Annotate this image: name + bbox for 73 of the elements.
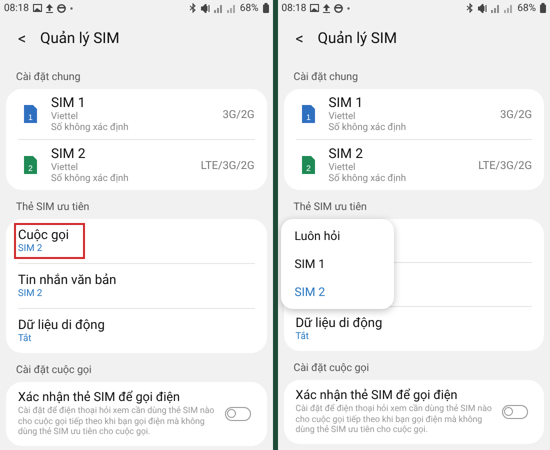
sim-name: SIM 1 <box>328 95 364 111</box>
section-label: Thẻ SIM ưu tiên <box>292 199 368 215</box>
network-type: LTE/3G/2G <box>478 158 532 172</box>
section-label: Thẻ SIM ưu tiên <box>15 199 90 215</box>
carrier-name: Viettel <box>328 162 356 173</box>
sim-name: SIM 1 <box>51 95 86 111</box>
upload-icon <box>46 4 53 12</box>
bluetooth-icon <box>466 3 474 13</box>
section-label: Cài đặt chung <box>292 69 359 85</box>
network-type: LTE/3G/2G <box>200 158 254 172</box>
phone-number: Số không xác định <box>328 122 407 133</box>
setting-description: Cài đặt để điện thoại hỏi xem cần dùng thẻ SIM nào cho cuộc gọi tiếp theo khi bạn gọi điện mà không dùng thẻ SIM ưu tiên cho cuộc gọi. <box>18 406 214 438</box>
menu-option[interactable]: SIM 1 <box>280 250 394 278</box>
sim-row[interactable]: 1 SIM 1 Viettel Số không xác định 3G/2G <box>18 89 254 139</box>
battery-icon <box>540 3 546 13</box>
carrier-name: Viettel <box>51 162 79 173</box>
dot-icon <box>347 6 350 10</box>
upload-icon <box>323 4 330 12</box>
page-title: Quản lý SIM <box>318 29 397 47</box>
network-type: 3G/2G <box>222 108 254 120</box>
setting-description: Cài đặt để điện thoại hỏi xem cần dùng thẻ SIM nào cho cuộc gọi tiếp theo khi bạn gọi điện mà không dùng thẻ SIM ưu tiên cho cuộc gọi. <box>296 404 492 436</box>
preference-value: Tắt <box>296 331 310 342</box>
phone-number: Số không xác định <box>51 173 130 184</box>
section-label: Cài đặt chung <box>15 69 82 85</box>
signal-icon <box>226 4 236 12</box>
preference-title[interactable]: Dữ liệu di động <box>296 316 382 331</box>
preference-value: SIM 2 <box>18 288 44 299</box>
dot-icon <box>70 6 73 10</box>
preference-title[interactable]: Dữ liệu di động <box>18 318 105 333</box>
sim-name: SIM 2 <box>51 146 86 162</box>
image-icon <box>32 4 42 12</box>
menu-option[interactable]: SIM 2 <box>280 278 394 306</box>
sim-row[interactable]: 1 SIM 1 Viettel Số không xác định 3G/2G <box>296 89 532 139</box>
signal-icon <box>504 4 514 12</box>
battery-percent: 68% <box>240 2 258 14</box>
sim-row[interactable]: 2 SIM 2 Viettel Số không xác định LTE/3G/2G <box>296 139 532 190</box>
preference-title[interactable]: Cuộc gọi <box>18 228 69 243</box>
sim-row[interactable]: 2 SIM 2 Viettel Số không xác định LTE/3G/2G <box>18 139 254 190</box>
circle-icon <box>56 4 66 12</box>
menu-option[interactable]: Luôn hỏi <box>280 222 394 250</box>
signal-icon <box>214 4 223 12</box>
phone-number: Số không xác định <box>51 122 130 133</box>
page-title: Quản lý SIM <box>40 29 120 47</box>
image-icon <box>310 4 320 12</box>
setting-title: Xác nhận thẻ SIM để gọi điện <box>18 390 181 405</box>
section-label: Cài đặt cuộc gọi <box>292 360 370 376</box>
clock: 08:18 <box>282 2 306 14</box>
mute-icon <box>200 4 210 12</box>
network-type: 3G/2G <box>500 108 532 120</box>
sim-card-icon: 1 <box>24 105 37 123</box>
preference-value: SIM 2 <box>18 243 44 254</box>
circle-icon <box>334 4 344 12</box>
mute-icon <box>478 4 488 12</box>
preference-title[interactable]: Tin nhắn văn bản <box>18 273 116 288</box>
toggle-switch[interactable] <box>502 404 528 419</box>
clock: 08:18 <box>4 2 29 14</box>
sim-card-icon: 2 <box>302 156 314 174</box>
phone-number: Số không xác định <box>328 173 407 184</box>
sim-name: SIM 2 <box>328 146 364 162</box>
sim-card-icon: 1 <box>302 105 314 123</box>
back-button[interactable]: < <box>292 28 308 48</box>
carrier-name: Viettel <box>328 111 356 122</box>
signal-icon <box>491 4 500 12</box>
back-button[interactable]: < <box>14 28 30 48</box>
carrier-name: Viettel <box>51 111 79 122</box>
sim-card-icon: 2 <box>24 156 37 174</box>
toggle-switch[interactable] <box>224 406 250 421</box>
section-label: Cài đặt cuộc gọi <box>15 362 93 378</box>
bluetooth-icon <box>188 3 197 13</box>
battery-icon <box>262 3 268 13</box>
preference-value: Tắt <box>18 333 32 344</box>
battery-percent: 68% <box>517 2 536 14</box>
setting-title: Xác nhận thẻ SIM để gọi điện <box>296 388 458 403</box>
